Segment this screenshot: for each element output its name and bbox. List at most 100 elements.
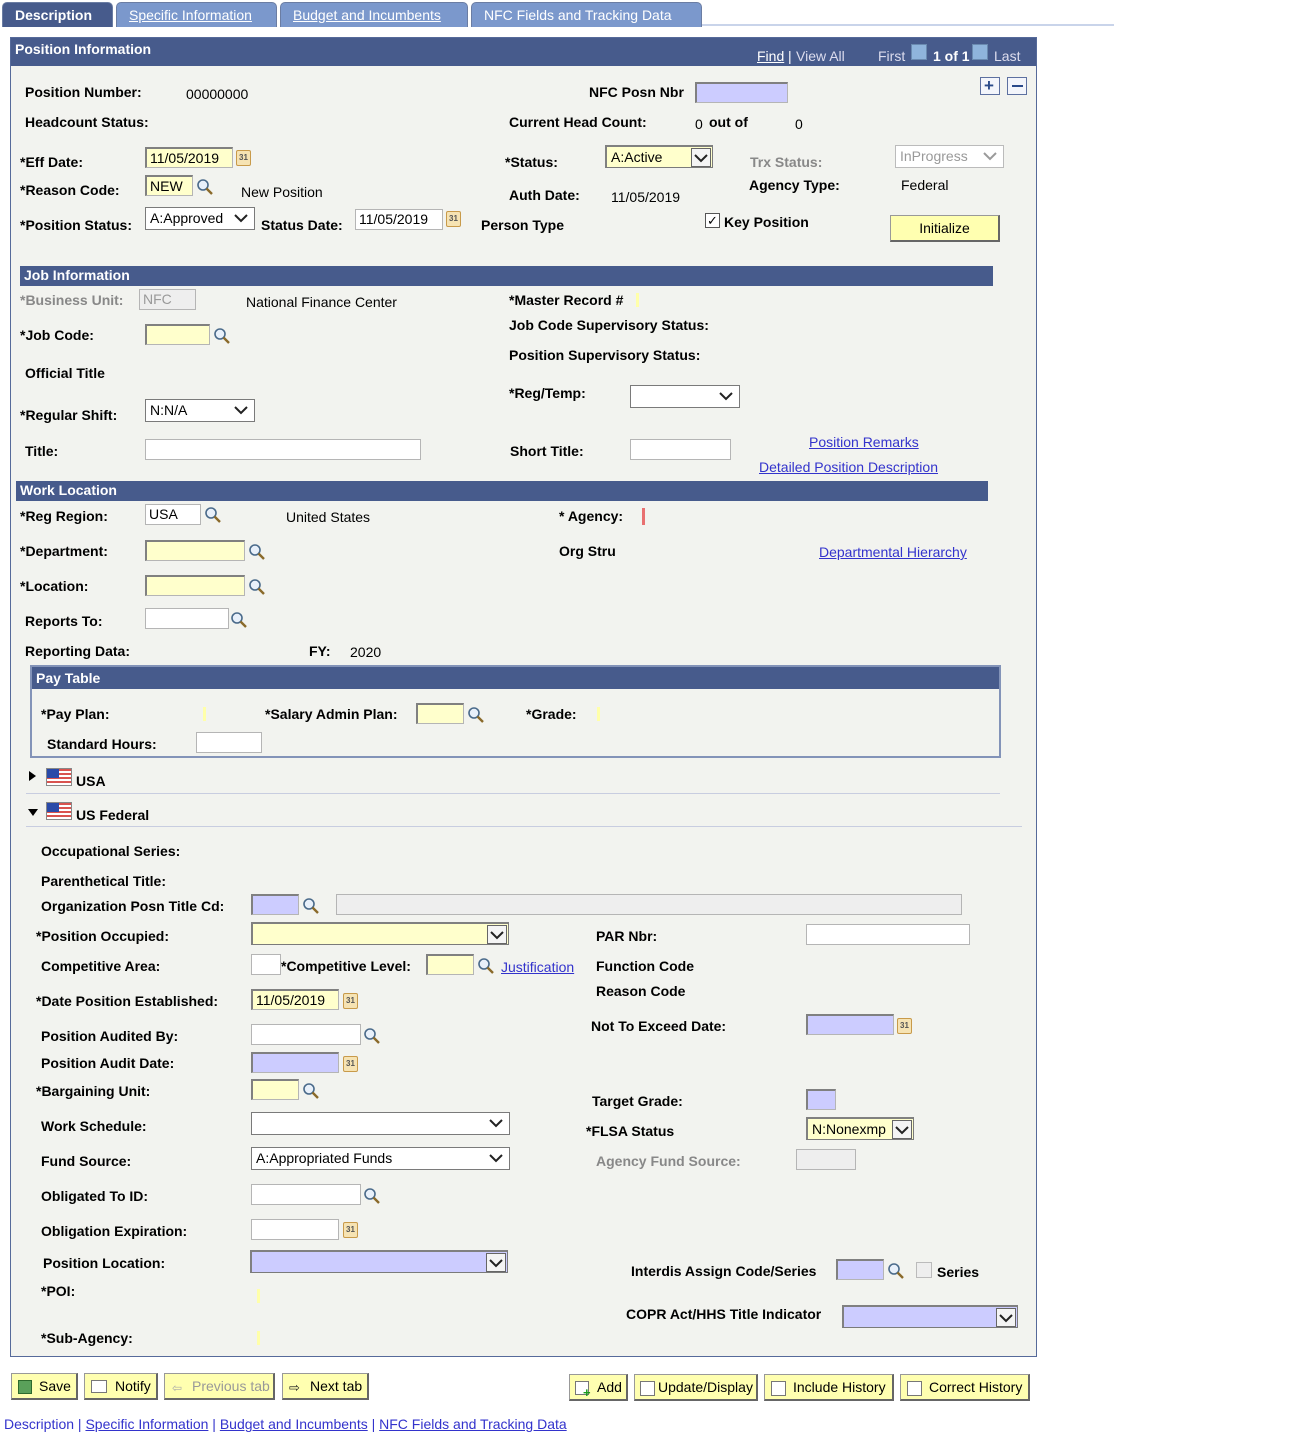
footer-link-specific-information[interactable]: Specific Information: [85, 1416, 208, 1432]
reports-to-label: Reports To:: [25, 613, 103, 629]
find-link[interactable]: Find: [757, 48, 784, 64]
not-to-exceed-input[interactable]: [806, 1014, 894, 1035]
short-title-input[interactable]: [630, 439, 731, 460]
justification-link[interactable]: Justification: [501, 959, 574, 975]
obligation-expiration-input[interactable]: [251, 1219, 339, 1240]
calendar-icon[interactable]: 31: [446, 211, 461, 227]
key-position-checkbox[interactable]: ✓: [705, 213, 720, 228]
position-status-select[interactable]: A:Approved: [145, 207, 255, 230]
search-icon[interactable]: [230, 611, 248, 629]
search-icon[interactable]: [302, 1082, 320, 1100]
position-occupied-select[interactable]: [251, 922, 509, 945]
previous-arrow-icon[interactable]: [911, 44, 927, 60]
next-arrow-icon[interactable]: [972, 44, 988, 60]
detailed-position-description-link[interactable]: Detailed Position Description: [759, 459, 938, 475]
sub-agency-field: [257, 1331, 260, 1345]
position-location-select[interactable]: [250, 1250, 508, 1273]
flsa-status-select[interactable]: N:Nonexmp: [806, 1117, 914, 1140]
department-input[interactable]: [145, 540, 245, 561]
notify-button[interactable]: Notify: [84, 1373, 158, 1400]
work-schedule-select[interactable]: [251, 1112, 510, 1135]
expand-arrow-icon[interactable]: [29, 771, 36, 781]
calendar-icon[interactable]: 31: [343, 1222, 358, 1238]
collapse-arrow-icon[interactable]: [28, 809, 38, 816]
delete-row-button[interactable]: [1007, 77, 1027, 95]
obligated-to-input[interactable]: [251, 1184, 361, 1205]
search-icon[interactable]: [302, 897, 320, 915]
salary-admin-plan-input[interactable]: [416, 703, 464, 724]
reg-region-input[interactable]: USA: [145, 504, 201, 525]
competitive-level-input[interactable]: [426, 954, 474, 975]
tab-budget-and-incumbents[interactable]: Budget and Incumbents: [280, 2, 468, 27]
audit-date-input[interactable]: [251, 1052, 339, 1073]
search-icon[interactable]: [477, 957, 495, 975]
regular-shift-select[interactable]: N:N/A: [145, 399, 255, 422]
correct-history-button[interactable]: Correct History: [900, 1374, 1030, 1401]
reports-to-input[interactable]: [145, 608, 229, 629]
search-icon[interactable]: [196, 178, 214, 196]
reason-code-input[interactable]: NEW: [145, 175, 193, 196]
standard-hours-input[interactable]: [196, 732, 262, 753]
next-tab-button[interactable]: ⇨ Next tab: [282, 1373, 369, 1400]
tab-nfc-fields[interactable]: NFC Fields and Tracking Data: [471, 2, 702, 27]
status-select[interactable]: A:Active: [605, 145, 713, 168]
nfc-posn-nbr-input[interactable]: [695, 82, 788, 103]
calendar-icon[interactable]: 31: [343, 993, 358, 1009]
initialize-button[interactable]: Initialize: [890, 215, 1000, 242]
footer-link-description[interactable]: Description: [4, 1416, 74, 1432]
org-posn-title-input[interactable]: [251, 894, 299, 915]
fund-source-label: Fund Source:: [41, 1153, 132, 1169]
current-head-count-value: 0: [695, 116, 703, 132]
series-checkbox[interactable]: [916, 1262, 932, 1278]
search-icon[interactable]: [204, 506, 222, 524]
footer-link-budget-and-incumbents[interactable]: Budget and Incumbents: [220, 1416, 368, 1432]
usa-section-toggle[interactable]: USA: [76, 773, 106, 789]
competitive-area-label: Competitive Area:: [41, 958, 161, 974]
competitive-area-input[interactable]: [251, 954, 281, 975]
view-all-link[interactable]: View All: [796, 48, 845, 64]
search-icon[interactable]: [248, 543, 266, 561]
chevron-down-icon: [233, 403, 249, 417]
status-date-input[interactable]: 11/05/2019: [355, 209, 443, 230]
title-input[interactable]: [145, 439, 421, 460]
previous-tab-button[interactable]: ⇦ Previous tab: [164, 1373, 275, 1400]
search-icon[interactable]: [363, 1027, 381, 1045]
par-nbr-input[interactable]: [806, 924, 970, 945]
search-icon[interactable]: [248, 578, 266, 596]
tab-description[interactable]: Description: [2, 2, 113, 27]
date-established-input[interactable]: 11/05/2019: [251, 989, 339, 1010]
search-icon[interactable]: [363, 1187, 381, 1205]
pay-plan-label: *Pay Plan:: [41, 706, 110, 722]
calendar-icon[interactable]: 31: [343, 1056, 358, 1072]
search-icon[interactable]: [467, 706, 485, 724]
departmental-hierarchy-link[interactable]: Departmental Hierarchy: [819, 544, 967, 560]
location-input[interactable]: [145, 575, 245, 596]
save-button[interactable]: Save: [11, 1373, 78, 1400]
target-grade-input[interactable]: [806, 1089, 836, 1110]
search-icon[interactable]: [887, 1262, 905, 1280]
audited-by-input[interactable]: [251, 1024, 361, 1045]
bargaining-unit-input[interactable]: [251, 1079, 299, 1100]
position-remarks-link[interactable]: Position Remarks: [809, 434, 919, 450]
tab-specific-information[interactable]: Specific Information: [116, 2, 277, 27]
calendar-icon[interactable]: 31: [897, 1018, 912, 1034]
reg-temp-select[interactable]: [630, 385, 740, 408]
add-button[interactable]: + Add: [569, 1374, 628, 1401]
eff-date-input[interactable]: 11/05/2019: [145, 147, 233, 168]
job-code-input[interactable]: [145, 324, 210, 345]
fund-source-select[interactable]: A:Appropriated Funds: [251, 1147, 510, 1170]
interdis-assign-input[interactable]: [836, 1259, 884, 1280]
calendar-icon[interactable]: 31: [236, 150, 251, 166]
competitive-level-label: *Competitive Level:: [281, 958, 411, 974]
agency-field: [642, 508, 645, 525]
include-history-button[interactable]: Include History: [764, 1374, 894, 1401]
add-row-button[interactable]: +: [980, 76, 1000, 95]
eff-date-label: *Eff Date:: [20, 154, 84, 170]
update-display-button[interactable]: Update/Display: [634, 1374, 758, 1401]
fy-value: 2020: [350, 644, 382, 660]
copr-select[interactable]: [842, 1305, 1018, 1328]
search-icon[interactable]: [213, 327, 231, 345]
chevron-down-icon: [488, 1256, 504, 1270]
footer-link-nfc-fields[interactable]: NFC Fields and Tracking Data: [379, 1416, 567, 1432]
us-federal-section-toggle[interactable]: US Federal: [76, 807, 149, 823]
